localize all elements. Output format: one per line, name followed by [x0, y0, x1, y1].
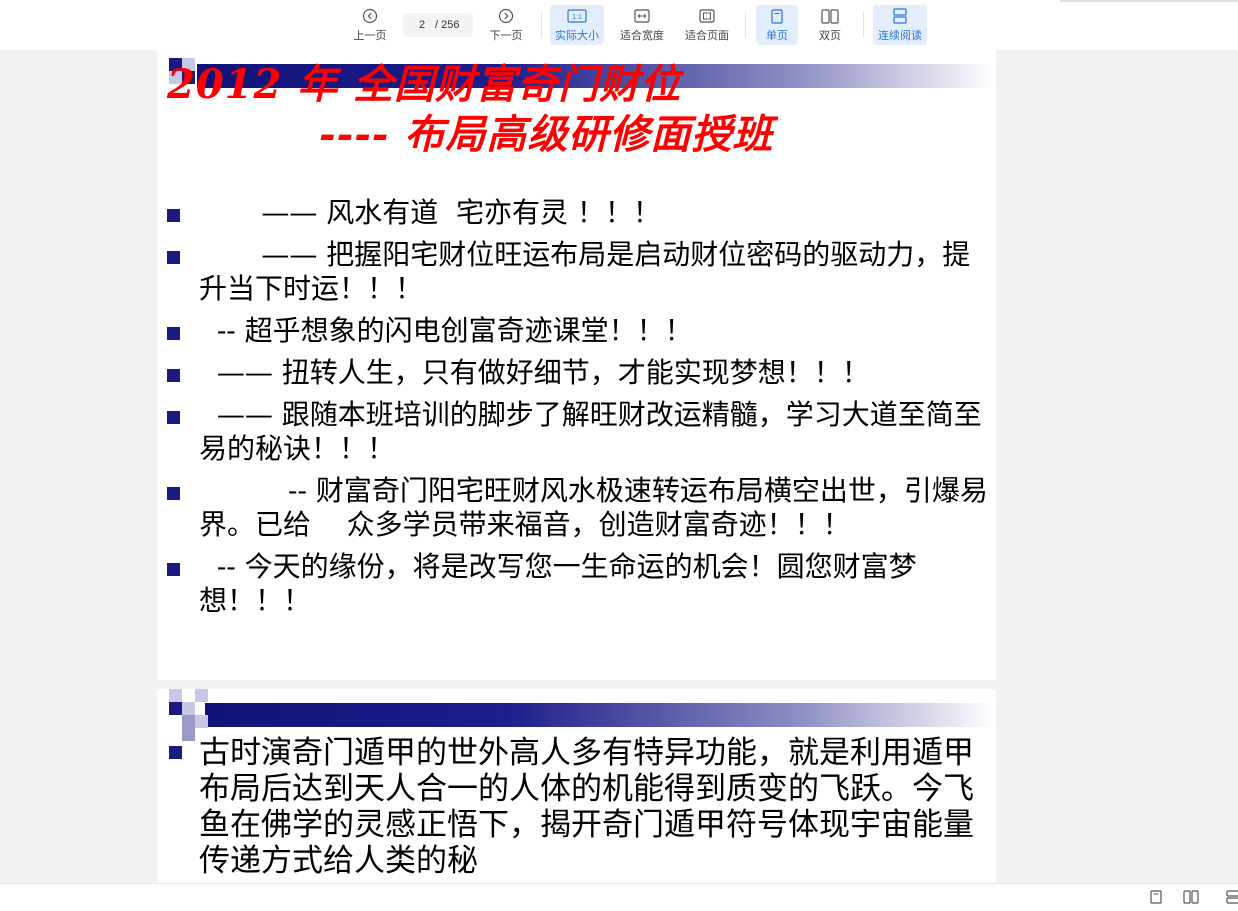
- list-item-text: —— 把握阳宅财位旺运布局是启动财位密码的驱动力，提升当下时运！！！: [199, 238, 971, 305]
- title-decor-band: [205, 703, 996, 727]
- actual-size-icon: 1:1: [567, 7, 587, 25]
- list-item: -- 财富奇门阳宅旺财风水极速转运布局横空出世，引爆易界。已给 众多学员带来福音…: [165, 474, 991, 542]
- fit-width-button[interactable]: 适合宽度: [616, 5, 668, 45]
- list-item: —— 扭转人生，只有做好细节，才能实现梦想！！！: [165, 356, 991, 390]
- square-bullet-icon: [167, 209, 180, 222]
- document-page-1: 2012 年 全国财富奇门财位 ---- 布局高级研修面授班 —— 风水有道 宅…: [157, 50, 996, 680]
- decor-square: [169, 689, 182, 702]
- chevron-left-circle-icon: [362, 7, 378, 25]
- chevron-right-circle-icon: [498, 7, 514, 25]
- actual-size-button[interactable]: 1:1 实际大小: [550, 5, 604, 45]
- fit-width-label: 适合宽度: [620, 30, 664, 42]
- list-item: —— 风水有道 宅亦有灵 ！！！: [165, 196, 991, 230]
- svg-text:1:1: 1:1: [572, 14, 582, 21]
- decor-square: [182, 702, 195, 715]
- list-item: —— 把握阳宅财位旺运布局是启动财位密码的驱动力，提升当下时运！！！: [165, 238, 991, 306]
- list-item-text: -- 超乎想象的闪电创富奇迹课堂！！！: [199, 314, 693, 347]
- list-item-text: -- 今天的缘份，将是改写您一生命运的机会！圆您财富梦想！！！: [199, 550, 917, 617]
- prev-page-button[interactable]: 上一页: [349, 5, 391, 45]
- status-bar: [0, 883, 1238, 911]
- double-page-icon[interactable]: [1181, 888, 1201, 906]
- continuous-reading-button[interactable]: 连续阅读: [873, 5, 927, 45]
- square-bullet-icon: [167, 327, 180, 340]
- actual-size-label: 实际大小: [555, 30, 599, 42]
- bullet-list: —— 风水有道 宅亦有灵 ！！！ —— 把握阳宅财位旺运布局是启动财位密码的驱动…: [165, 196, 991, 626]
- total-pages: / 256: [435, 19, 460, 31]
- square-bullet-icon: [169, 746, 182, 759]
- viewer-toolbar: 上一页 / 256 下一页 1:1 实际大小 适合宽度 适合页面 单页: [0, 0, 1238, 50]
- square-bullet-icon: [167, 251, 180, 264]
- single-page-icon[interactable]: [1146, 888, 1166, 906]
- toolbar-separator: [863, 12, 864, 38]
- document-page-2: 古时演奇门遁甲的世外高人多有特异功能，就是利用遁甲布局后达到天人合一的人体的机能…: [157, 689, 996, 883]
- fit-page-label: 适合页面: [685, 30, 729, 42]
- slide-body-text: 古时演奇门遁甲的世外高人多有特异功能，就是利用遁甲布局后达到天人合一的人体的机能…: [199, 735, 974, 879]
- continuous-scroll-icon: [893, 7, 907, 25]
- list-item-text: -- 财富奇门阳宅旺财风水极速转运布局横空出世，引爆易界。已给 众多学员带来福音…: [199, 474, 988, 541]
- double-page-icon: [821, 7, 839, 25]
- page-number-input[interactable]: [409, 19, 435, 31]
- slide-title-line2: ---- 布局高级研修面授班: [319, 111, 774, 158]
- toolbar-separator: [541, 12, 542, 38]
- list-item: -- 今天的缘份，将是改写您一生命运的机会！圆您财富梦想！！！: [165, 550, 991, 618]
- list-item-text: —— 风水有道 宅亦有灵 ！！！: [199, 196, 661, 229]
- square-bullet-icon: [167, 411, 180, 424]
- layout-icon[interactable]: [1226, 888, 1238, 906]
- list-item-text: —— 扭转人生，只有做好细节，才能实现梦想！！！: [199, 356, 870, 389]
- fit-width-icon: [634, 7, 650, 25]
- fit-page-button[interactable]: 适合页面: [681, 5, 733, 45]
- single-page-label: 单页: [766, 30, 788, 42]
- square-bullet-icon: [167, 369, 180, 382]
- double-page-button[interactable]: 双页: [809, 5, 851, 45]
- single-page-icon: [771, 7, 783, 25]
- square-bullet-icon: [167, 563, 180, 576]
- top-scroll-track: [1060, 0, 1238, 2]
- continuous-reading-label: 连续阅读: [878, 30, 922, 42]
- fit-page-icon: [699, 7, 715, 25]
- decor-square: [169, 702, 182, 715]
- single-page-button[interactable]: 单页: [756, 5, 798, 45]
- page-indicator: / 256: [403, 13, 473, 37]
- list-item: -- 超乎想象的闪电创富奇迹课堂！！！: [165, 314, 991, 348]
- next-page-label: 下一页: [489, 30, 523, 42]
- list-item: —— 跟随本班培训的脚步了解旺财改运精髓，学习大道至简至易的秘诀！！！: [165, 398, 991, 466]
- list-item-text: —— 跟随本班培训的脚步了解旺财改运精髓，学习大道至简至易的秘诀！！！: [199, 398, 982, 465]
- decor-square: [182, 715, 195, 728]
- square-bullet-icon: [167, 487, 180, 500]
- decor-square: [195, 715, 208, 728]
- toolbar-separator: [745, 12, 746, 38]
- decor-square: [195, 689, 208, 702]
- next-page-button[interactable]: 下一页: [485, 5, 527, 45]
- prev-page-label: 上一页: [353, 30, 387, 42]
- double-page-label: 双页: [819, 30, 841, 42]
- decor-square: [182, 728, 195, 741]
